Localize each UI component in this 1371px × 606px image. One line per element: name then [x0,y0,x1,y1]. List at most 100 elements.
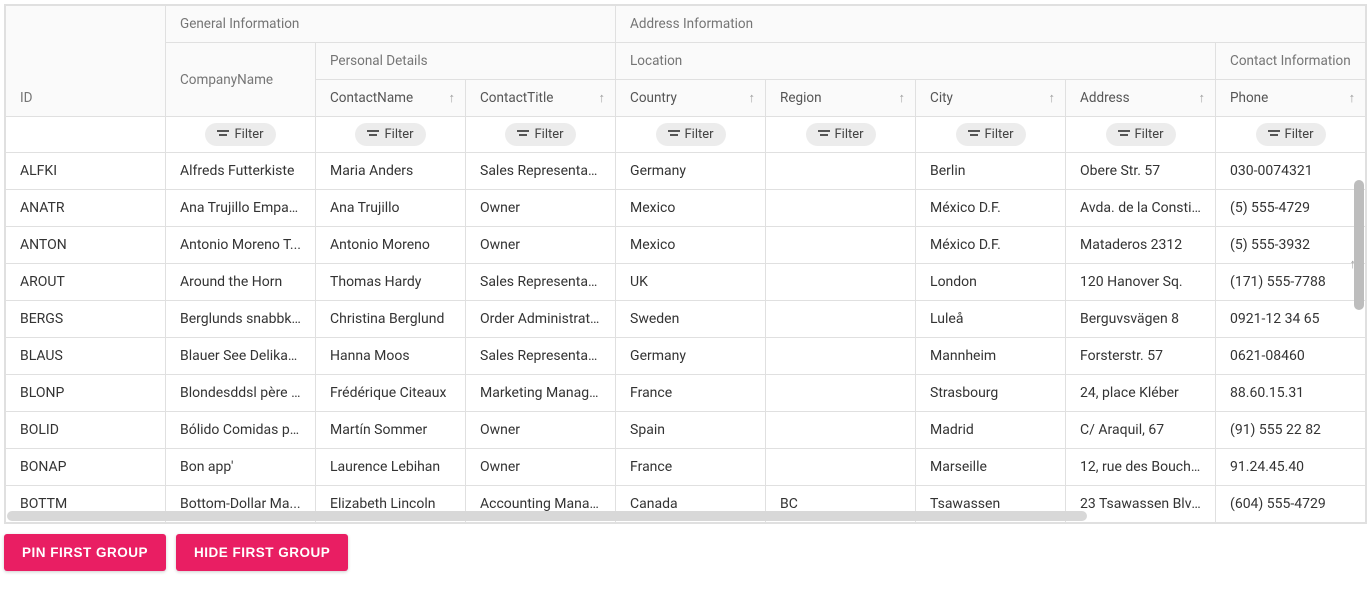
cell-country: France [616,449,766,486]
table-row[interactable]: BERGSBerglunds snabbköpChristina Berglun… [6,301,1366,338]
cell-contacttitle: Owner [466,190,616,227]
filter-icon [818,130,830,140]
cell-phone: (5) 555-3932 [1216,227,1366,264]
header-group-address-info[interactable]: Address Information [616,6,1366,43]
header-group-contact-info[interactable]: Contact Information [1216,43,1366,80]
filter-chip-company[interactable]: Filter [205,123,275,146]
cell-phone: (171) 555-7788 [1216,264,1366,301]
cell-company: Blauer See Delikat... [166,338,316,375]
cell-address: Avda. de la Constit... [1066,190,1216,227]
table-row[interactable]: BONAPBon app'Laurence LebihanOwnerFrance… [6,449,1366,486]
cell-region [766,190,916,227]
cell-id: AROUT [6,264,166,301]
cell-address: 12, rue des Bouch... [1066,449,1216,486]
cell-company: Alfreds Futterkiste [166,153,316,190]
filter-chip-contacttitle[interactable]: Filter [505,123,575,146]
cell-region [766,449,916,486]
cell-region [766,375,916,412]
filter-cell-contactname: Filter [316,117,466,153]
filter-label: Filter [985,127,1014,142]
cell-contacttitle: Owner [466,449,616,486]
cell-phone: (91) 555 22 82 [1216,412,1366,449]
filter-chip-address[interactable]: Filter [1106,123,1176,146]
filter-cell-region: Filter [766,117,916,153]
cell-address: 23 Tsawassen Blvd. [1066,486,1216,523]
filter-icon [1118,130,1130,140]
vertical-scrollbar[interactable] [1354,180,1364,310]
table-row[interactable]: BLAUSBlauer See Delikat...Hanna MoosSale… [6,338,1366,375]
table-row[interactable]: BLONPBlondesddsl père ...Frédérique Cite… [6,375,1366,412]
cell-country: Spain [616,412,766,449]
cell-region [766,301,916,338]
cell-phone: 0621-08460 [1216,338,1366,375]
cell-contactname: Thomas Hardy [316,264,466,301]
cell-address: C/ Araquil, 67 [1066,412,1216,449]
cell-city: Madrid [916,412,1066,449]
cell-id: ANATR [6,190,166,227]
column-header-contacttitle[interactable]: ContactTitle↑ [466,80,616,117]
column-header-city[interactable]: City↑ [916,80,1066,117]
column-header-phone[interactable]: Phone↑ [1216,80,1366,117]
table-row[interactable]: ALFKIAlfreds FutterkisteMaria AndersSale… [6,153,1366,190]
filter-chip-contactname[interactable]: Filter [355,123,425,146]
cell-phone: 0921-12 34 65 [1216,301,1366,338]
column-label: Region [780,90,822,106]
cell-contacttitle: Order Administrator [466,301,616,338]
cell-contacttitle: Sales Representati... [466,264,616,301]
header-group-location[interactable]: Location [616,43,1216,80]
header-group-personal-details[interactable]: Personal Details [316,43,616,80]
pin-first-group-button[interactable]: Pin First Group [4,534,166,571]
column-header-address[interactable]: Address↑ [1066,80,1216,117]
column-header-company[interactable]: CompanyName ↑ [166,43,316,117]
cell-contactname: Martín Sommer [316,412,466,449]
table-row[interactable]: ANATRAna Trujillo Empar...Ana TrujilloOw… [6,190,1366,227]
grid-scroll-area[interactable]: ID General Information Address Informati… [5,5,1366,523]
sort-asc-icon: ↑ [449,90,456,106]
table-row[interactable]: BOLIDBólido Comidas pr...Martín SommerOw… [6,412,1366,449]
cell-company: Ana Trujillo Empar... [166,190,316,227]
cell-country: France [616,375,766,412]
cell-id: ALFKI [6,153,166,190]
horizontal-scrollbar[interactable] [7,511,1087,521]
filter-cell-company: Filter [166,117,316,153]
cell-region [766,227,916,264]
cell-id: BOLID [6,412,166,449]
filter-cell-id [6,117,166,153]
cell-country: Germany [616,153,766,190]
filter-cell-country: Filter [616,117,766,153]
cell-address: Forsterstr. 57 [1066,338,1216,375]
cell-company: Bólido Comidas pr... [166,412,316,449]
table-row[interactable]: ANTONAntonio Moreno T...Antonio MorenoOw… [6,227,1366,264]
cell-contactname: Frédérique Citeaux [316,375,466,412]
cell-company: Bon app' [166,449,316,486]
filter-icon [1268,130,1280,140]
filter-label: Filter [534,127,563,142]
cell-id: ANTON [6,227,166,264]
hide-first-group-button[interactable]: Hide First Group [176,534,348,571]
filter-chip-city[interactable]: Filter [956,123,1026,146]
column-label: CompanyName [180,72,273,88]
cell-contactname: Laurence Lebihan [316,449,466,486]
cell-country: Mexico [616,190,766,227]
cell-phone: 91.24.45.40 [1216,449,1366,486]
filter-cell-phone: Filter [1216,117,1366,153]
filter-label: Filter [234,127,263,142]
column-label: City [930,90,953,106]
sort-asc-icon: ↑ [749,90,756,106]
cell-country: Germany [616,338,766,375]
column-label: Country [630,90,677,106]
filter-label: Filter [1285,127,1314,142]
filter-chip-region[interactable]: Filter [806,123,876,146]
column-header-id[interactable]: ID [6,6,166,117]
column-header-region[interactable]: Region ↑ [766,80,916,117]
cell-company: Around the Horn [166,264,316,301]
column-header-contactname[interactable]: ContactName↑ [316,80,466,117]
sort-asc-icon: ↑ [899,90,906,106]
filter-label: Filter [835,127,864,142]
cell-city: London [916,264,1066,301]
filter-chip-country[interactable]: Filter [656,123,726,146]
header-group-general-info[interactable]: General Information [166,6,616,43]
table-row[interactable]: AROUTAround the HornThomas HardySales Re… [6,264,1366,301]
filter-chip-phone[interactable]: Filter [1256,123,1326,146]
column-header-country[interactable]: Country ↑ [616,80,766,117]
